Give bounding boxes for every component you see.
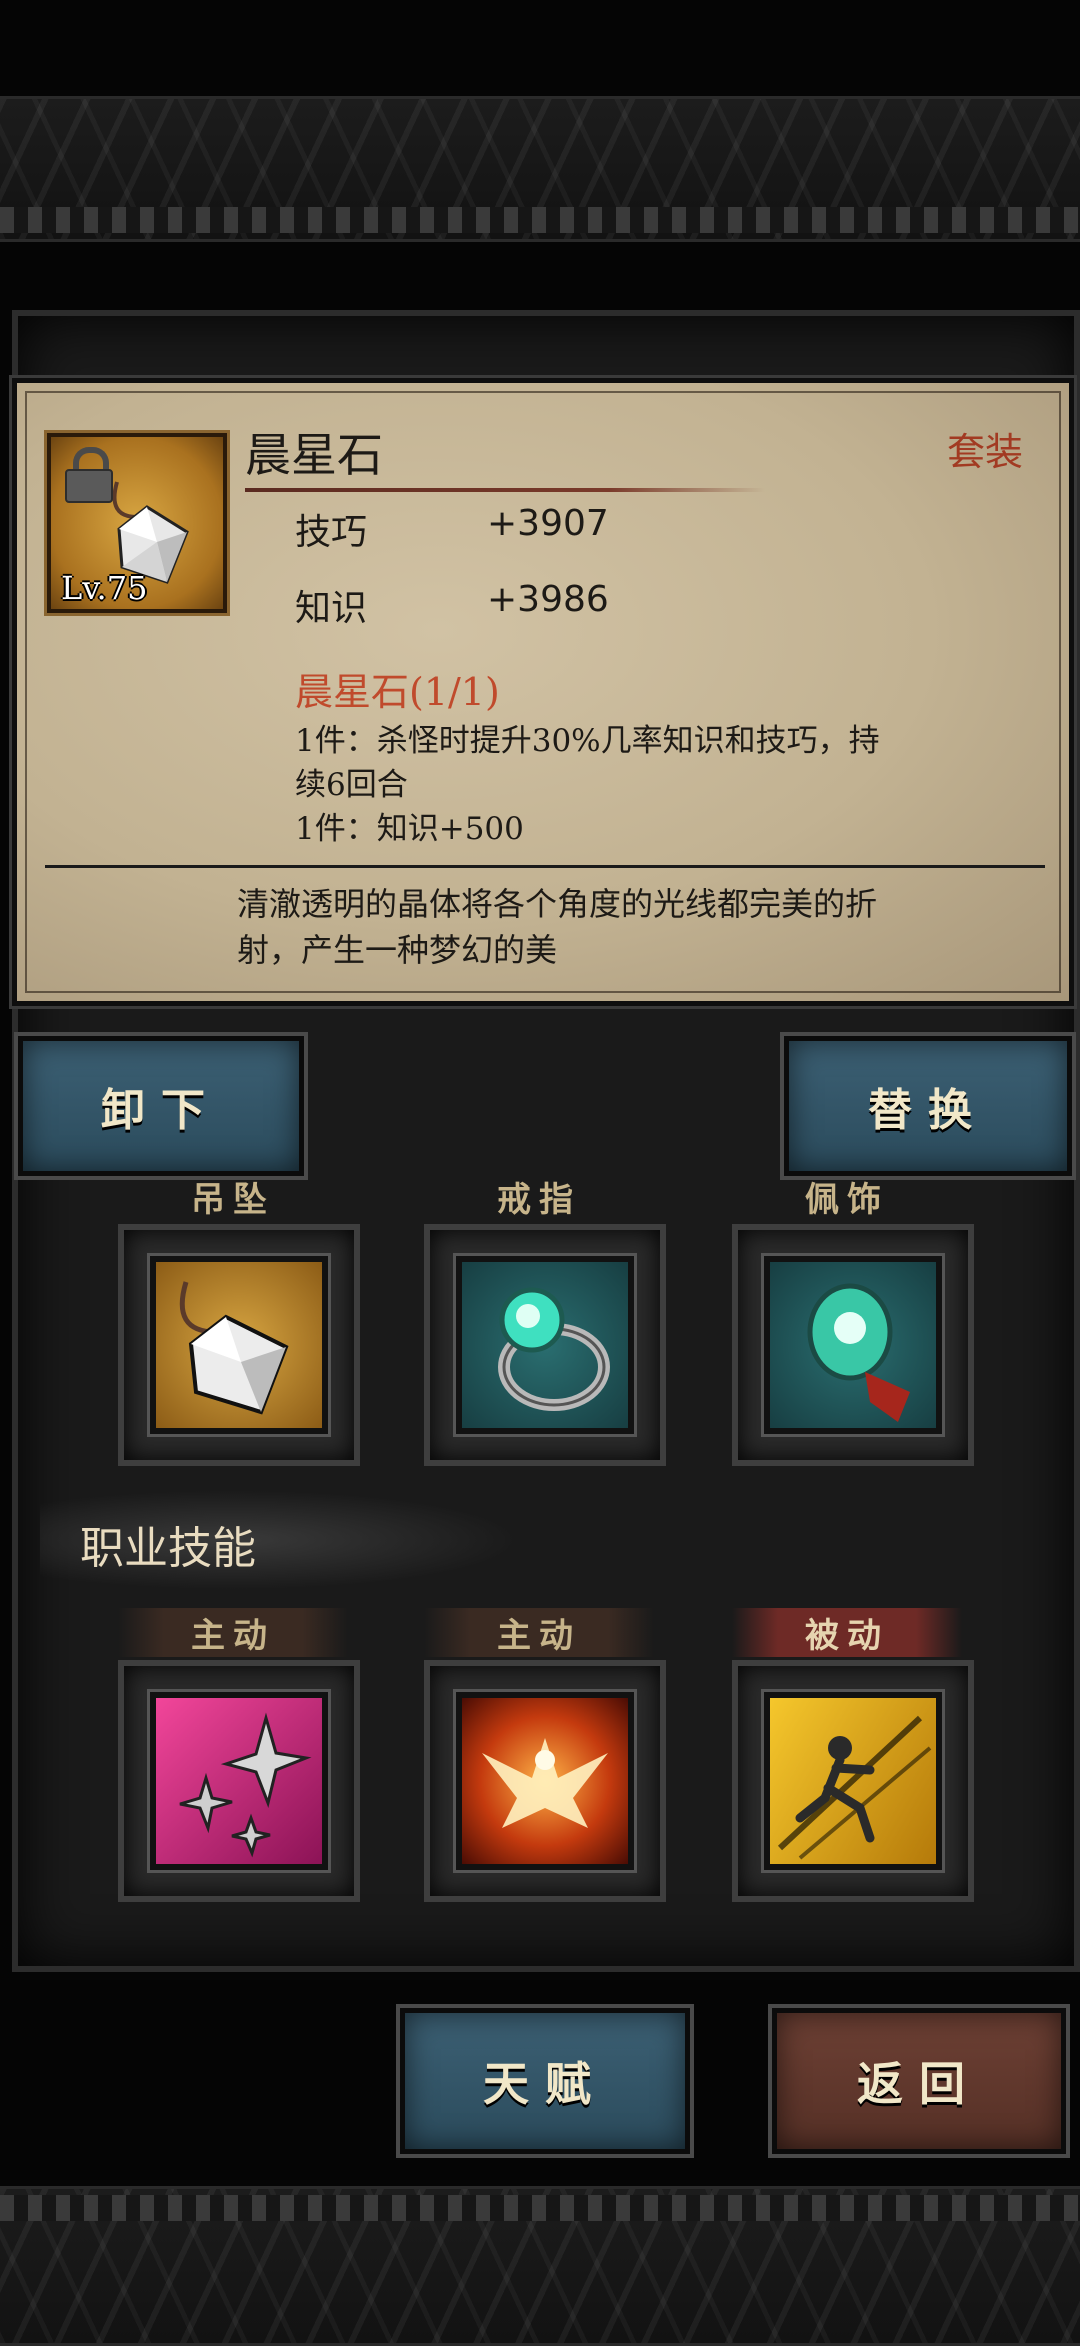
stat-value-skill: +3907: [487, 503, 609, 544]
stat-value-knowledge: +3986: [487, 579, 609, 620]
stat-label-skill: 技巧: [295, 512, 368, 553]
set-effect-1: 1件：杀怪时提升30%几率知识和技巧，持: [295, 723, 880, 759]
slot-accessory[interactable]: [732, 1224, 974, 1466]
crystal-pendant-icon: [179, 1281, 289, 1415]
jade-tassel-icon: [807, 1283, 910, 1422]
skills-title: 职业技能: [80, 1523, 256, 1574]
item-tooltip: Lv.75 晨星石 套装 技巧 +3907 知识 +3986 晨星石(1/1) …: [12, 378, 1074, 1006]
title-divider: [245, 488, 765, 492]
ninja-dash-icon: [777, 1715, 932, 1860]
top-stone-border: [0, 96, 1080, 242]
skill-label-3: 被动: [732, 1608, 962, 1657]
unequip-button[interactable]: 卸下: [18, 1036, 304, 1176]
replace-button[interactable]: 替换: [784, 1036, 1072, 1176]
skill-slot-2[interactable]: [424, 1660, 666, 1902]
flavor-divider: [45, 865, 1045, 868]
slot-label-pendant: 吊坠: [191, 1180, 275, 1220]
emerald-ring-icon: [498, 1287, 610, 1411]
set-effect-2: 1件：知识+500: [295, 811, 524, 847]
skill-slot-1[interactable]: [118, 1660, 360, 1902]
item-icon-frame: Lv.75: [47, 433, 227, 613]
bottom-stone-border: [0, 2186, 1080, 2346]
slot-label-ring: 戒指: [497, 1180, 581, 1220]
shuriken-icon: [179, 1712, 312, 1858]
set-effect-1-cont: 续6回合: [295, 767, 408, 803]
back-button[interactable]: 返回: [772, 2008, 1066, 2154]
set-tag: 套装: [946, 430, 1023, 474]
lock-icon[interactable]: [65, 447, 113, 503]
flavor-text: 清澈透明的晶体将各个角度的光线都完美的折 射，产生一种梦幻的美: [237, 885, 878, 969]
slot-label-accessory: 佩饰: [805, 1180, 889, 1220]
phoenix-icon: [482, 1738, 608, 1828]
slot-ring[interactable]: [424, 1224, 666, 1466]
stat-label-knowledge: 知识: [295, 588, 368, 629]
skill-slot-3[interactable]: [732, 1660, 974, 1902]
item-name: 晨星石: [245, 428, 383, 482]
set-title: 晨星石(1/1): [295, 670, 500, 714]
slot-pendant[interactable]: [118, 1224, 360, 1466]
talent-button[interactable]: 天赋: [400, 2008, 690, 2154]
skill-label-1: 主动: [118, 1608, 348, 1657]
skill-label-2: 主动: [424, 1608, 654, 1657]
item-level: Lv.75: [61, 569, 148, 607]
